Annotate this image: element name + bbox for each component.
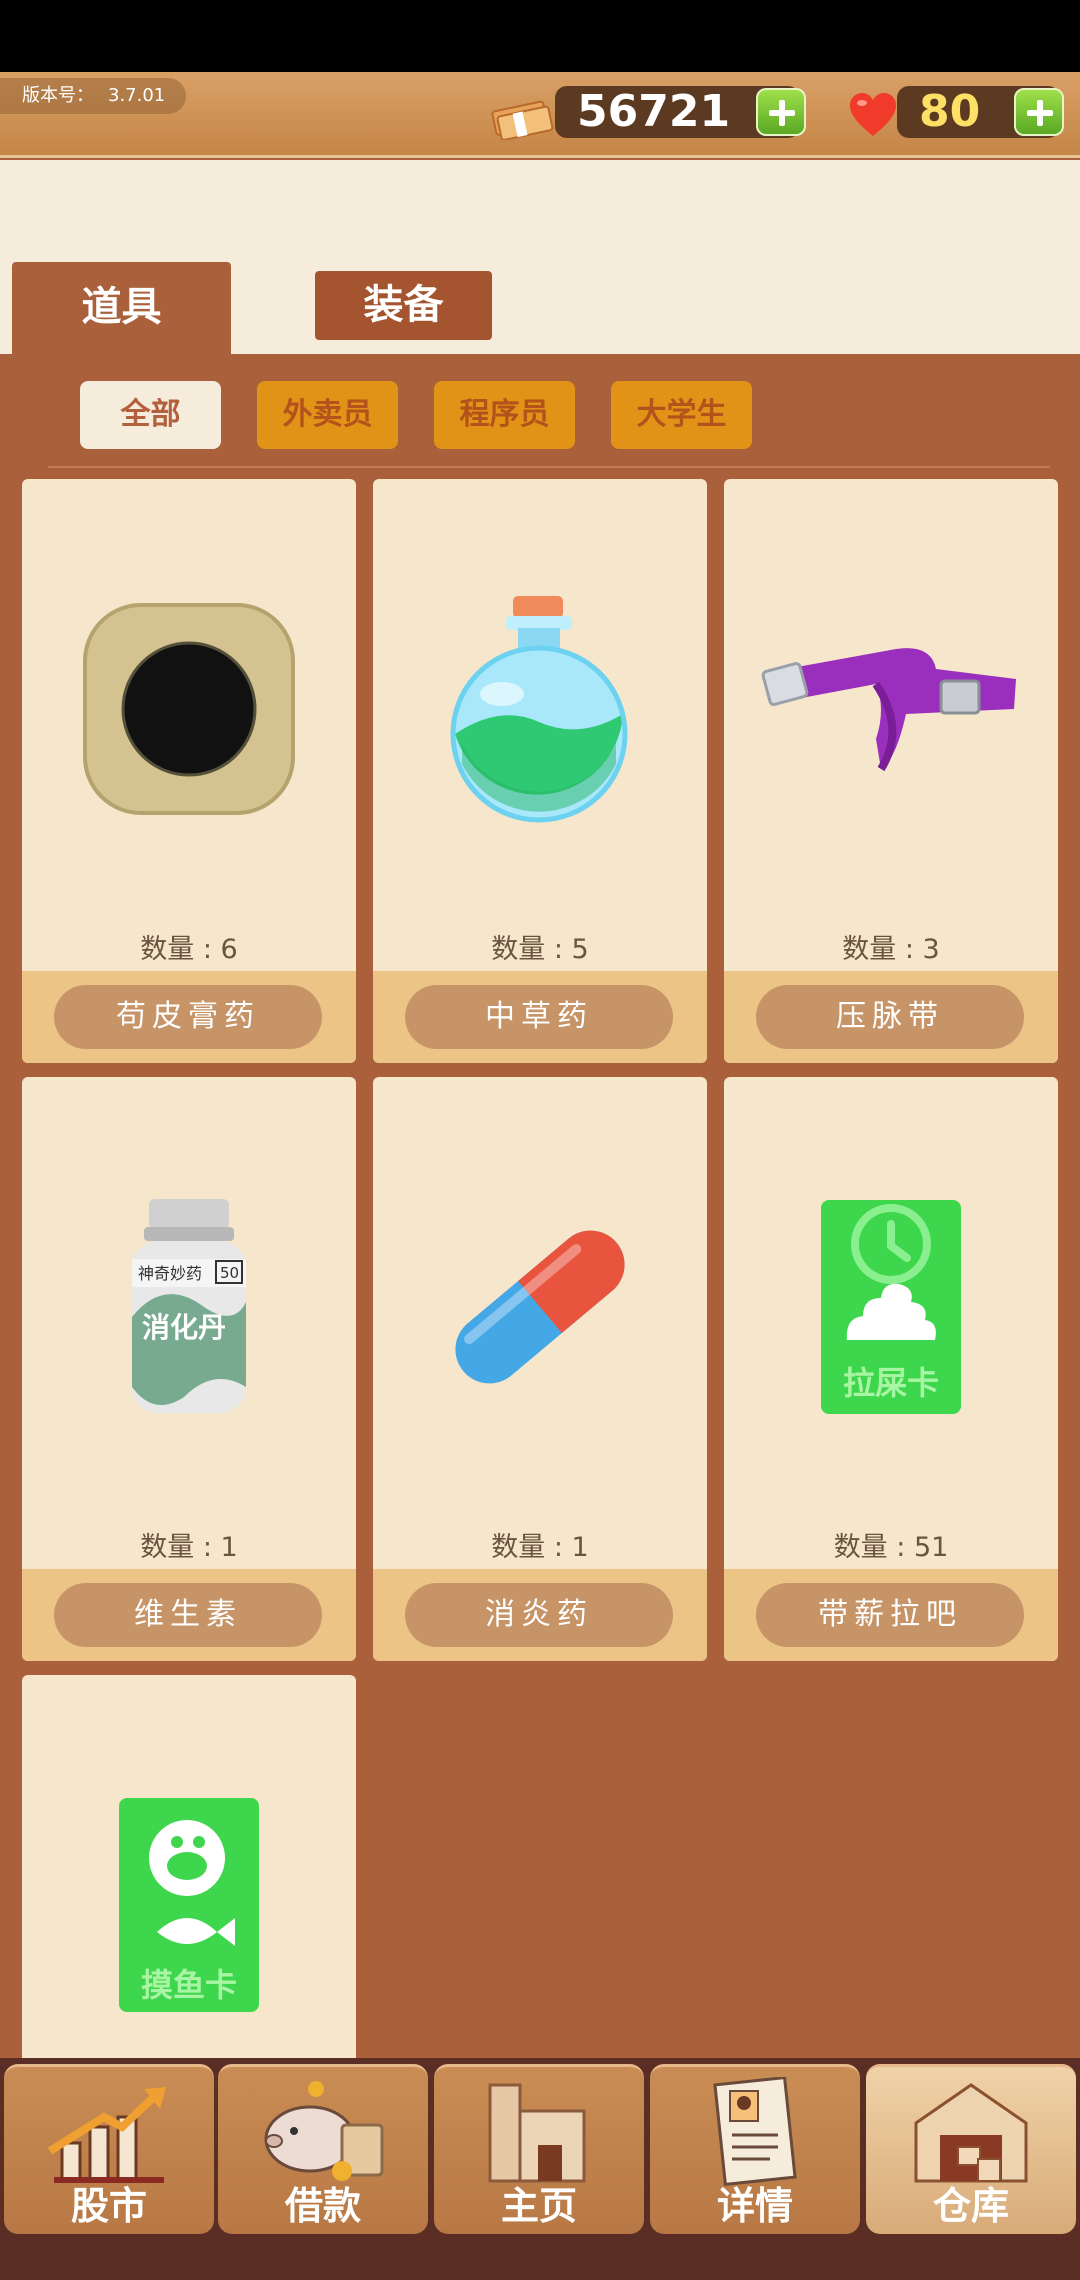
nav-stocks[interactable]: 股市 [4, 2064, 214, 2234]
warehouse-icon [914, 2083, 1028, 2183]
item-card[interactable]: 数量 : 1 消炎药 [373, 1077, 707, 1661]
item-card[interactable]: 数量 : 6 苟皮膏药 [22, 479, 356, 1063]
item-name-button[interactable]: 消炎药 [405, 1583, 673, 1647]
stock-chart-icon [47, 2087, 166, 2183]
version-badge: 版本号： 3.7.01 [0, 78, 186, 114]
profile-doc-icon [713, 2077, 797, 2187]
nav-warehouse[interactable]: 仓库 [866, 2064, 1076, 2234]
nav-stocks-label: 股市 [70, 2184, 147, 2228]
item-quantity: 数量 : 5 [491, 934, 589, 965]
item-name-button[interactable]: 苟皮膏药 [54, 985, 322, 1049]
item-quantity: 数量 : 1 [140, 1532, 238, 1563]
status-bar [0, 0, 1080, 72]
card-label: 拉屎卡 [843, 1364, 939, 1402]
item-quantity: 数量 : 1 [491, 1532, 589, 1563]
item-name-button[interactable]: 维生素 [54, 1583, 322, 1647]
item-name-button[interactable]: 压脉带 [756, 985, 1024, 1049]
item-card[interactable]: 神奇妙药 50 消化丹 数量 : 1 维生素 [22, 1077, 356, 1661]
card-label: 摸鱼卡 [141, 1966, 237, 2004]
filter-delivery[interactable]: 外卖员 [257, 381, 398, 449]
hearts-counter: 80 [897, 86, 1064, 138]
plaster-icon [83, 603, 295, 815]
nav-home-label: 主页 [500, 2184, 577, 2228]
filter-programmer[interactable]: 程序员 [434, 381, 575, 449]
nav-details-label: 详情 [716, 2184, 793, 2228]
item-name-button[interactable]: 中草药 [405, 985, 673, 1049]
filter-all[interactable]: 全部 [80, 381, 221, 449]
nav-details[interactable]: 详情 [650, 2064, 860, 2234]
tab-items[interactable]: 道具 [12, 262, 231, 356]
item-quantity: 数量 : 51 [833, 1532, 949, 1563]
item-quantity: 数量 : 6 [140, 934, 238, 965]
capsule-icon [455, 1230, 625, 1384]
item-card[interactable]: 数量 : 3 压脉带 [724, 479, 1058, 1063]
money-value: 56721 [577, 86, 731, 137]
nav-loan-label: 借款 [284, 2184, 361, 2228]
version-number: 3.7.01 [108, 85, 166, 106]
item-card[interactable]: 数量 : 5 中草药 [373, 479, 707, 1063]
heart-icon [850, 93, 896, 136]
item-card[interactable]: 拉屎卡 数量 : 51 带薪拉吧 [724, 1077, 1058, 1661]
pill-bottle-icon: 神奇妙药 50 消化丹 [132, 1199, 246, 1413]
fish-card-icon: 摸鱼卡 [119, 1798, 259, 2012]
top-header: 版本号： 3.7.01 56721 80 [0, 72, 1080, 158]
piggy-bank-icon [264, 2081, 384, 2181]
tourniquet-icon [761, 648, 1016, 772]
nav-loan[interactable]: 借款 [218, 2064, 428, 2234]
add-hearts-button[interactable] [1014, 88, 1064, 136]
nav-warehouse-label: 仓库 [932, 2184, 1009, 2228]
money-counter: 56721 [555, 86, 806, 138]
item-quantity: 数量 : 3 [842, 934, 940, 965]
add-money-button[interactable] [756, 88, 806, 136]
tab-equipment[interactable]: 装备 [315, 271, 492, 340]
potion-icon [450, 596, 628, 823]
item-name-button[interactable]: 带薪拉吧 [756, 1583, 1024, 1647]
home-icon [488, 2083, 586, 2183]
bottle-small-text: 神奇妙药 [138, 1264, 202, 1283]
bottle-number: 50 [220, 1264, 239, 1282]
version-label: 版本号： [22, 85, 94, 106]
bottle-label: 消化丹 [142, 1311, 226, 1344]
poop-card-icon: 拉屎卡 [821, 1200, 961, 1414]
filter-student[interactable]: 大学生 [611, 381, 752, 449]
cash-icon [491, 100, 554, 140]
filter-divider [48, 466, 1050, 468]
hearts-value: 80 [919, 86, 981, 137]
nav-home[interactable]: 主页 [434, 2064, 644, 2234]
